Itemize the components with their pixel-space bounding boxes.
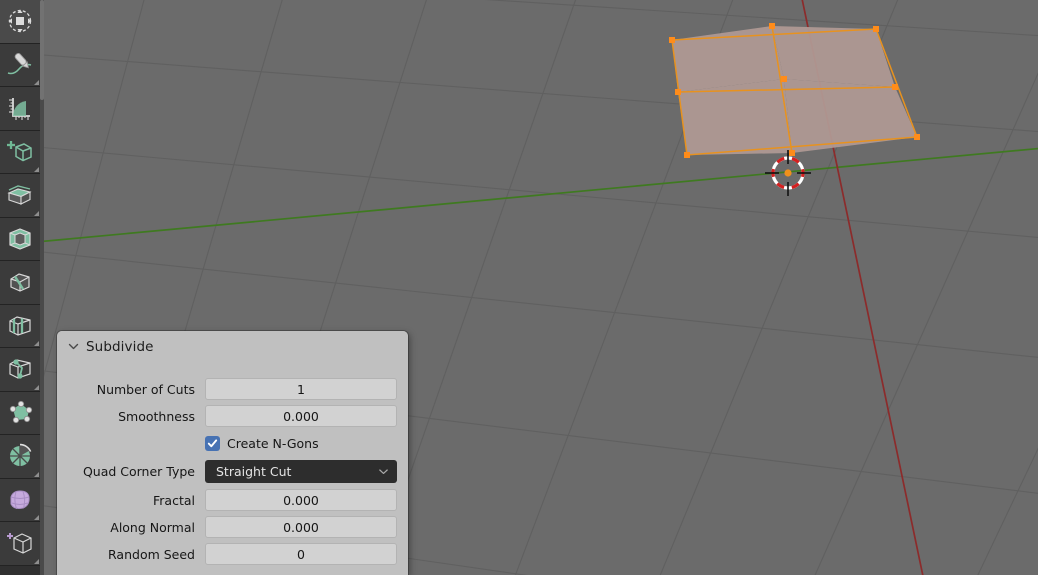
3d-cursor [765, 150, 811, 196]
field-row-number-of-cuts: Number of Cuts 1 [68, 377, 397, 401]
edge-slide-icon [6, 529, 34, 557]
tool-expand-corner[interactable] [34, 471, 39, 477]
field-row-smoothness: Smoothness 0.000 [68, 404, 397, 428]
tool-expand-corner[interactable] [34, 558, 39, 564]
input-number-of-cuts[interactable]: 1 [205, 378, 397, 400]
toolbar-scrollbar[interactable] [40, 0, 44, 575]
operator-panel-header[interactable]: Subdivide [57, 331, 408, 362]
tweak-select-icon [7, 8, 33, 34]
input-along-normal[interactable]: 0.000 [205, 516, 397, 538]
tool-measure[interactable] [0, 87, 40, 131]
mesh-faces [672, 26, 917, 155]
label-quad-corner-type: Quad Corner Type [82, 464, 195, 479]
tool-knife[interactable] [0, 348, 40, 392]
checkmark-icon [207, 438, 218, 447]
tool-loop-cut[interactable] [0, 304, 40, 348]
tool-expand-corner[interactable] [34, 210, 39, 216]
label-number-of-cuts: Number of Cuts [96, 381, 195, 397]
chevron-down-icon [378, 462, 389, 481]
blender-window: Subdivide Number of Cuts 1 Smoothness 0.… [0, 0, 1038, 575]
input-fractal[interactable]: 0.000 [205, 489, 397, 511]
tool-expand-corner[interactable] [34, 341, 39, 346]
tool-add-cube[interactable] [0, 130, 40, 174]
measure-ruler-icon [6, 94, 34, 122]
dropdown-value: Straight Cut [216, 464, 292, 479]
tool-extrude-region[interactable] [0, 174, 40, 218]
label-fractal: Fractal [153, 492, 195, 508]
tool-edge-slide[interactable] [0, 522, 40, 566]
operator-panel-subdivide[interactable]: Subdivide Number of Cuts 1 Smoothness 0.… [57, 331, 408, 575]
page-title: Subdivide [86, 338, 154, 355]
add-cube-icon [6, 138, 34, 166]
tool-tweak-select[interactable] [0, 0, 40, 44]
spin-icon [6, 442, 34, 470]
bevel-icon [6, 268, 34, 296]
label-random-seed: Random Seed [108, 546, 195, 562]
tool-expand-corner[interactable] [34, 80, 39, 85]
tool-smooth[interactable] [0, 478, 40, 522]
tool-inset-faces[interactable] [0, 217, 40, 261]
field-row-create-ngons: Create N-Gons [68, 431, 397, 455]
field-row-along-normal: Along Normal 0.000 [68, 515, 397, 539]
smooth-sphere-icon [6, 486, 34, 514]
inset-faces-icon [6, 225, 34, 253]
chevron-down-icon[interactable] [68, 337, 79, 356]
input-smoothness[interactable]: 0.000 [205, 405, 397, 427]
label-smoothness: Smoothness [118, 408, 195, 424]
tool-poly-build[interactable] [0, 391, 40, 435]
dropdown-quad-corner-type[interactable]: Straight Cut [205, 460, 397, 483]
label-create-ngons[interactable]: Create N-Gons [227, 436, 319, 451]
knife-icon [6, 355, 34, 383]
tool-expand-corner[interactable] [34, 167, 39, 172]
poly-build-icon [6, 399, 34, 427]
input-random-seed[interactable]: 0 [205, 543, 397, 565]
loop-cut-icon [6, 312, 34, 340]
toolbar-scrollbar-thumb[interactable] [40, 0, 44, 100]
tool-shelf[interactable] [0, 0, 40, 575]
tool-expand-corner[interactable] [34, 515, 39, 520]
extrude-region-icon [6, 181, 34, 209]
tool-spin[interactable] [0, 435, 40, 479]
checkbox-create-ngons[interactable] [205, 435, 220, 451]
annotate-pen-icon [6, 51, 34, 79]
tool-expand-corner[interactable] [34, 384, 39, 390]
tool-bevel[interactable] [0, 261, 40, 305]
tool-annotate[interactable] [0, 43, 40, 87]
field-row-random-seed: Random Seed 0 [68, 542, 397, 566]
label-along-normal: Along Normal [110, 519, 195, 535]
field-row-fractal: Fractal 0.000 [68, 488, 397, 512]
field-row-quad-corner-type: Quad Corner Type Straight Cut [68, 459, 397, 484]
